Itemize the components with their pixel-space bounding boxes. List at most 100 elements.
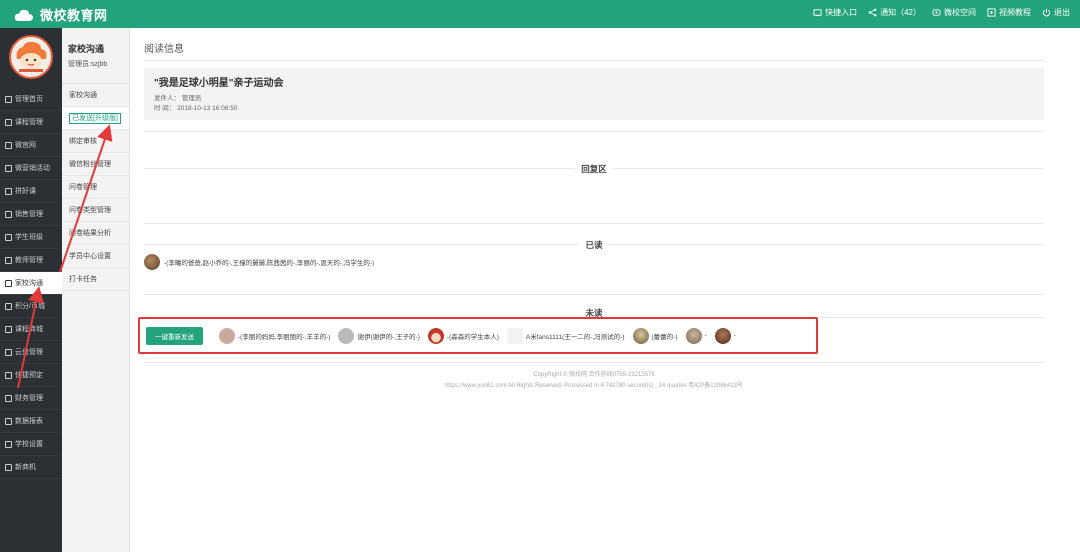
avatar (685, 327, 702, 344)
unread-item: -(森森的学生本人) (427, 327, 499, 344)
admin-user: 管理员:szjbb (68, 61, 108, 68)
read-list-text: -(李曦的爸爸,赵小乔的-,王橦的舅舅,陈茜茜的-,李丽的-,恩天的-,冯学生的… (164, 260, 375, 267)
calendar-icon (5, 371, 12, 379)
nav-item-finance[interactable]: 财务管理 (0, 387, 62, 410)
home-icon (5, 95, 12, 103)
money-icon (5, 394, 12, 402)
subnav-item-survey-analysis[interactable]: 问卷结果分析 (62, 222, 129, 245)
user-icon (5, 210, 12, 218)
avatar (632, 327, 649, 344)
read-list: -(李曦的爸爸,赵小乔的-,王橦的舅舅,陈茜茜的-,李丽的-,恩天的-,冯学生的… (144, 254, 374, 270)
notifications-link[interactable]: 通知（42） (868, 7, 921, 18)
cloud-logo-icon (14, 8, 34, 22)
divider (144, 362, 1044, 363)
headphones-icon (5, 187, 12, 195)
sub-sidebar: 家校沟通 管理员:szjbb 家校沟通 已发送[升级版] 绑定审核 微信粉丝管理… (62, 28, 130, 552)
main-content: 阅读信息 "我是足球小明星"亲子运动会 发件人： 管理员 时 间： 2018-1… (130, 28, 1080, 552)
cloud-icon (5, 348, 12, 356)
avatar (714, 327, 731, 344)
logout-label: 退出 (1054, 8, 1070, 17)
avatar (219, 327, 235, 344)
footer: CopyRight © 微校网 合作热线0755-23213576 https:… (144, 370, 1044, 392)
page-title: 阅读信息 (144, 44, 184, 55)
nav-item-students[interactable]: 学生班级 (0, 226, 62, 249)
space-label: 微校空间 (944, 8, 976, 17)
nav-item-booking[interactable]: 快捷预定 (0, 364, 62, 387)
chart-icon (5, 417, 12, 425)
nav-item-course-mall[interactable]: 课程商城 (0, 318, 62, 341)
avatar (338, 327, 355, 344)
nav-item-cloud-disk[interactable]: 云盘管理 (0, 341, 62, 364)
subnav-item-wechat-fans[interactable]: 微信粉丝管理 (62, 153, 129, 176)
sub-sidebar-header: 家校沟通 管理员:szjbb (62, 28, 129, 84)
nav-item-teachers[interactable]: 教师管理 (0, 249, 62, 272)
nav-item-school-settings[interactable]: 学校设置 (0, 433, 62, 456)
top-actions: 快捷入口 通知（42） 微校空间 视频教程 退出 (813, 7, 1070, 18)
subnav-item-sent[interactable]: 已发送[升级版] (62, 107, 129, 130)
nav-item-home[interactable]: 管理首页 (0, 88, 62, 111)
subnav-item-survey-type[interactable]: 问卷类型管理 (62, 199, 129, 222)
read-section-label: 已读 (144, 239, 1044, 251)
video-icon (987, 8, 996, 17)
school-logo-wrap (0, 28, 62, 86)
nav-item-opportunity[interactable]: 新商机 (0, 456, 62, 479)
nav-item-reports[interactable]: 数据报表 (0, 410, 62, 433)
space-icon (932, 9, 941, 16)
subnav-item-checkin-task[interactable]: 打卡任务 (62, 268, 129, 291)
main-nav: 管理首页 课程管理 微官网 微营销活动 拼好课 销售管理 学生班级 教师管理 家… (0, 88, 62, 479)
nav-item-home-school[interactable]: 家校沟通 (0, 272, 62, 295)
subnav-item-communication[interactable]: 家校沟通 (62, 84, 129, 107)
avatar (506, 327, 523, 344)
gear-icon (5, 440, 12, 448)
nav-item-micro-site[interactable]: 微官网 (0, 134, 62, 157)
brand[interactable]: 微校教育网 (14, 5, 108, 24)
logout-link[interactable]: 退出 (1042, 7, 1070, 18)
divider (144, 60, 1044, 61)
divider (144, 223, 1044, 224)
video-tutorial-label: 视频教程 (999, 8, 1031, 17)
megaphone-icon (5, 164, 12, 172)
card-icon (5, 233, 12, 241)
sub-nav: 家校沟通 已发送[升级版] 绑定审核 微信粉丝管理 问卷管理 问卷类型管理 问卷… (62, 84, 129, 291)
quick-entry-icon (813, 9, 822, 17)
coin-icon (5, 302, 12, 310)
resend-all-button[interactable]: 一键重新发送 (146, 326, 203, 345)
divider (144, 294, 1044, 295)
time-value: 2018-10-13 16:08:50 (177, 105, 238, 112)
notifications-label: 通知（42） (880, 8, 921, 17)
reply-section-label: 回复区 (144, 163, 1044, 175)
nav-item-group-course[interactable]: 拼好课 (0, 180, 62, 203)
copyright: CopyRight © 微校网 合作热线0755-23213576 (533, 372, 655, 378)
target-icon (5, 463, 12, 471)
share-icon (868, 8, 877, 17)
subnav-item-survey[interactable]: 问卷管理 (62, 176, 129, 199)
space-link[interactable]: 微校空间 (932, 7, 976, 18)
subnav-item-binding-review[interactable]: 绑定审核 (62, 130, 129, 153)
teacher-icon (5, 256, 12, 264)
quick-entry-link[interactable]: 快捷入口 (813, 7, 857, 18)
nav-item-points-mall[interactable]: 积分/币城 (0, 295, 62, 318)
unread-item: -(李丽的妈妈,李丽丽的-,羊羊的-) (219, 327, 330, 344)
unread-list: 一键重新发送 -(李丽的妈妈,李丽丽的-,羊羊的-) 谢伊(谢伊的-,王子的-)… (138, 317, 818, 354)
footer-info: https://www.yun61.com All Rights Reserve… (445, 383, 743, 389)
nav-item-marketing[interactable]: 微营销活动 (0, 157, 62, 180)
cart-icon (5, 325, 12, 333)
subnav-item-student-center[interactable]: 学员中心设置 (62, 245, 129, 268)
notice-card: "我是足球小明星"亲子运动会 发件人： 管理员 时 间： 2018-10-13 … (144, 68, 1044, 120)
nav-item-courses[interactable]: 课程管理 (0, 111, 62, 134)
unread-item: - (685, 327, 707, 344)
time-label: 时 间： (154, 105, 176, 112)
notice-meta: 发件人： 管理员 时 间： 2018-10-13 16:08:50 (154, 94, 1034, 114)
video-tutorial-link[interactable]: 视频教程 (987, 7, 1031, 18)
divider (144, 131, 1044, 132)
sidebar: 管理首页 课程管理 微官网 微营销活动 拼好课 销售管理 学生班级 教师管理 家… (0, 28, 62, 552)
book-icon (5, 118, 12, 126)
unread-item: (蕾蕾的-) (632, 327, 678, 344)
school-logo[interactable] (9, 35, 53, 79)
nav-item-sales[interactable]: 销售管理 (0, 203, 62, 226)
globe-icon (5, 141, 12, 149)
quick-entry-label: 快捷入口 (825, 8, 858, 17)
avatar (144, 254, 160, 270)
power-icon (1042, 8, 1051, 17)
sender-label: 发件人： (154, 95, 180, 102)
